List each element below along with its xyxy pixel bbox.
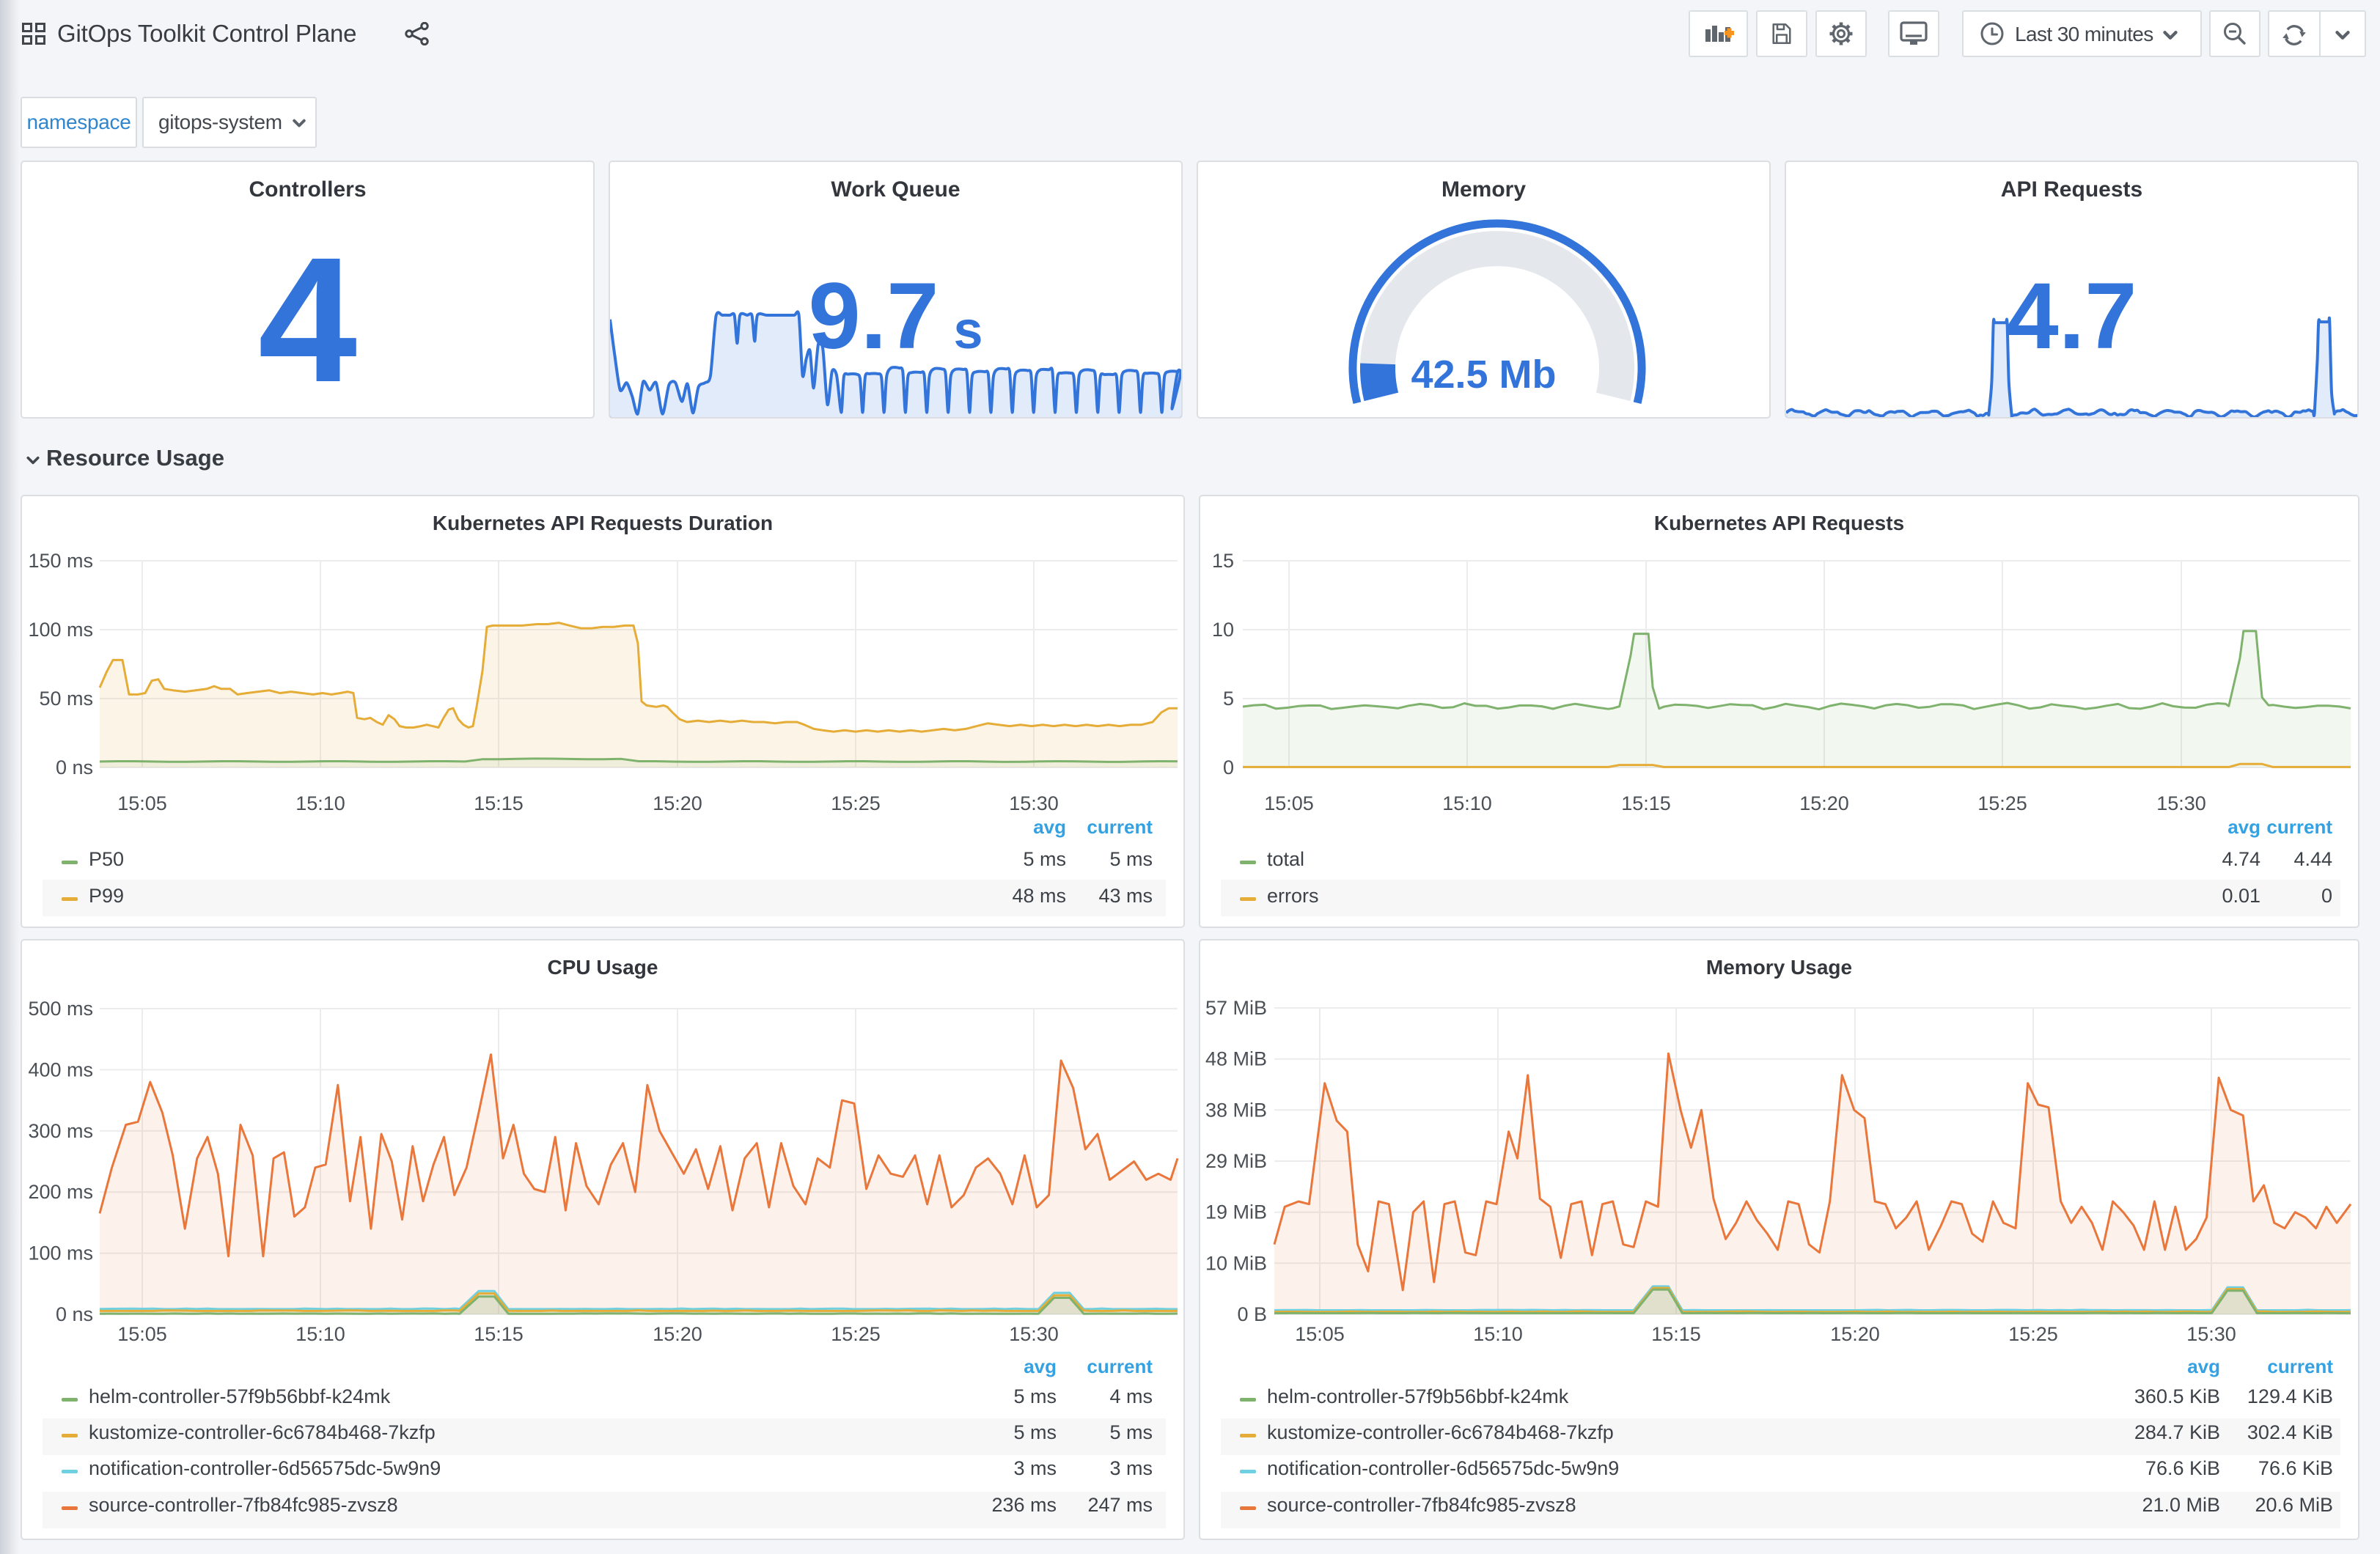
svg-text:57 MiB: 57 MiB — [1205, 997, 1267, 1019]
svg-text:15:05: 15:05 — [117, 1323, 167, 1345]
svg-text:15:20: 15:20 — [653, 1323, 702, 1345]
svg-text:500 ms: 500 ms — [28, 998, 93, 1020]
svg-text:10 MiB: 10 MiB — [1205, 1252, 1267, 1274]
svg-text:400 ms: 400 ms — [28, 1058, 93, 1080]
svg-text:10: 10 — [1212, 619, 1234, 641]
svg-text:15:30: 15:30 — [1009, 1323, 1059, 1345]
svg-text:150 ms: 150 ms — [28, 550, 93, 572]
svg-text:5: 5 — [1223, 688, 1234, 710]
svg-text:15:25: 15:25 — [831, 1323, 881, 1345]
svg-text:15:10: 15:10 — [1473, 1323, 1523, 1345]
svg-text:0: 0 — [1223, 756, 1234, 778]
svg-text:15:20: 15:20 — [1799, 792, 1849, 814]
svg-text:19 MiB: 19 MiB — [1205, 1201, 1267, 1223]
svg-text:15:05: 15:05 — [1264, 792, 1314, 814]
svg-text:29 MiB: 29 MiB — [1205, 1150, 1267, 1172]
svg-text:15:25: 15:25 — [2008, 1323, 2058, 1345]
svg-text:15:30: 15:30 — [2186, 1323, 2236, 1345]
svg-text:15:10: 15:10 — [295, 792, 345, 814]
svg-text:15:15: 15:15 — [474, 1323, 524, 1345]
svg-text:200 ms: 200 ms — [28, 1181, 93, 1203]
svg-text:15:25: 15:25 — [1977, 792, 2027, 814]
svg-text:0 ns: 0 ns — [56, 756, 93, 778]
svg-text:50 ms: 50 ms — [39, 688, 93, 710]
svg-text:48 MiB: 48 MiB — [1205, 1048, 1267, 1070]
svg-text:15:10: 15:10 — [1442, 792, 1492, 814]
svg-text:15:15: 15:15 — [474, 792, 524, 814]
svg-text:15:25: 15:25 — [831, 792, 881, 814]
svg-text:15: 15 — [1212, 550, 1234, 572]
svg-text:15:10: 15:10 — [295, 1323, 345, 1345]
svg-text:38 MiB: 38 MiB — [1205, 1099, 1267, 1121]
svg-text:300 ms: 300 ms — [28, 1120, 93, 1142]
svg-text:15:20: 15:20 — [1830, 1323, 1880, 1345]
svg-text:0 ns: 0 ns — [56, 1303, 93, 1325]
svg-text:15:20: 15:20 — [653, 792, 702, 814]
svg-text:15:05: 15:05 — [117, 792, 167, 814]
svg-text:15:05: 15:05 — [1295, 1323, 1345, 1345]
svg-text:0 B: 0 B — [1237, 1303, 1267, 1325]
svg-text:15:30: 15:30 — [1009, 792, 1059, 814]
svg-text:100 ms: 100 ms — [28, 619, 93, 641]
svg-text:100 ms: 100 ms — [28, 1242, 93, 1264]
svg-text:15:15: 15:15 — [1651, 1323, 1701, 1345]
svg-text:15:15: 15:15 — [1621, 792, 1671, 814]
svg-text:15:30: 15:30 — [2156, 792, 2206, 814]
